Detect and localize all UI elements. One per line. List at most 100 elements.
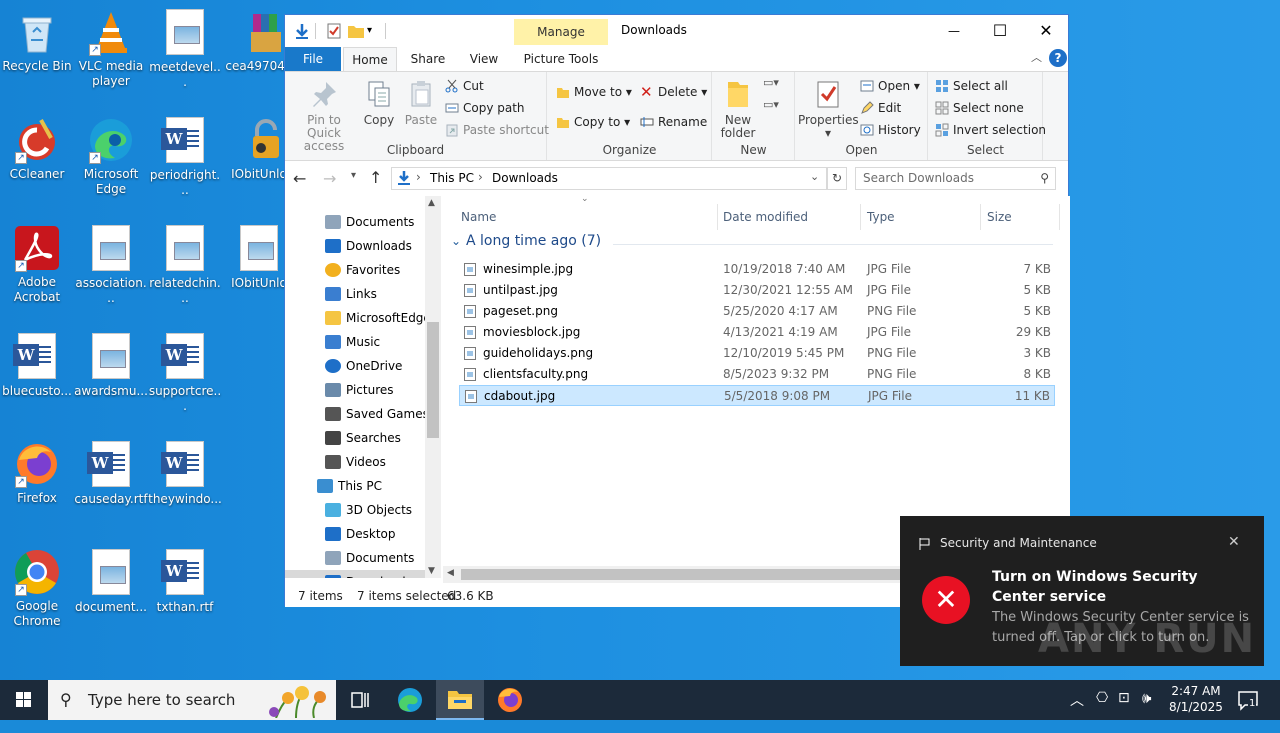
rename-button[interactable]: Rename [640,112,707,132]
select-none-button[interactable]: Select none [935,98,1024,118]
quick-access-dropdown-icon[interactable]: ▾ [367,22,385,40]
easy-access-icon[interactable]: ▭▾ [763,98,789,116]
help-icon[interactable]: ? [1049,49,1067,67]
column-header-name[interactable]: Name [461,210,496,230]
nav-item-music[interactable]: Music [325,330,441,354]
desktop-icon-document[interactable]: document... [74,548,148,615]
column-separator[interactable] [717,204,718,230]
column-header-date-modified[interactable]: Date modified [723,210,808,230]
tab-home[interactable]: Home [343,47,397,72]
tray-overflow-icon[interactable]: ︿ [1070,690,1084,710]
desktop-icon-google-chrome[interactable]: ↗ Google Chrome [0,548,74,629]
delete-button[interactable]: ✕ Delete ▾ [640,82,707,102]
select-all-button[interactable]: Select all [935,76,1008,96]
address-bar[interactable]: › This PC › Downloads ⌄ [391,167,827,190]
taskbar-search-input[interactable]: ⚲ Type here to search [48,680,336,720]
desktop-icon-bluecusto[interactable]: W bluecusto... [0,332,74,399]
nav-item-links[interactable]: Links [325,282,441,306]
desktop-icon-periodright[interactable]: W periodright... [148,116,222,198]
tab-picture-tools[interactable]: Picture Tools [514,47,608,71]
group-header[interactable]: ⌄ A long time ago (7) [451,232,1055,256]
file-row[interactable]: guideholidays.png 12/10/2019 5:45 PM PNG F… [459,343,1055,364]
column-header-size[interactable]: Size [987,210,1012,230]
breadcrumb-downloads[interactable]: Downloads [492,171,558,185]
invert-selection-button[interactable]: Invert selection [935,120,1046,140]
column-separator[interactable] [980,204,981,230]
desktop-icon-association[interactable]: association... [74,224,148,306]
desktop-icon-theywindo[interactable]: W theywindo... [148,440,222,507]
file-row[interactable]: cdabout.jpg 5/5/2018 9:08 PM JPG File 11 KB [459,385,1055,406]
paste-button[interactable]: Paste [401,78,441,127]
nav-item-pictures[interactable]: Pictures [325,378,441,402]
tab-share[interactable]: Share [405,47,451,71]
taskbar-edge-icon[interactable] [386,680,434,720]
history-button[interactable]: History [860,120,921,140]
desktop-icon-microsoft-edge[interactable]: ↗ Microsoft Edge [74,116,148,197]
file-row[interactable]: winesimple.jpg 10/19/2018 7:40 AM JPG File… [459,259,1055,280]
copy-to-button[interactable]: Copy to ▾ [556,112,630,132]
toast-close-icon[interactable]: ✕ [1228,534,1240,550]
nav-item-onedrive[interactable]: OneDrive [325,354,441,378]
nav-item-videos[interactable]: Videos [325,450,441,474]
properties-button[interactable]: Properties ▾ [798,78,859,140]
cut-button[interactable]: Cut [445,76,484,96]
file-row[interactable]: moviesblock.jpg 4/13/2021 4:19 AM JPG File… [459,322,1055,343]
taskbar-firefox-icon[interactable] [486,680,534,720]
desktop-icon-ccleaner[interactable]: ↗ CCleaner [0,116,74,182]
nav-item-downloads[interactable]: Downloads [325,234,441,258]
nav-item-documents[interactable]: Documents [325,546,441,570]
manage-tab[interactable]: Manage [514,19,608,45]
address-dropdown-icon[interactable]: ⌄ [810,170,819,183]
action-center-icon[interactable]: 1 [1236,688,1260,712]
nav-item-desktop[interactable]: Desktop [325,522,441,546]
scroll-up-icon[interactable]: ▲ [428,198,435,208]
back-arrow-icon[interactable]: ← [293,169,313,189]
column-separator[interactable] [860,204,861,230]
up-arrow-icon[interactable]: ↑ [369,168,387,188]
desktop-icon-causeday[interactable]: W causeday.rtf [74,440,148,507]
group-collapse-icon[interactable]: ⌄ [451,234,461,248]
copy-button[interactable]: Copy [359,78,399,127]
file-row[interactable]: untilpast.jpg 12/30/2021 12:55 AM JPG File… [459,280,1055,301]
close-button[interactable]: ✕ [1023,15,1069,47]
minimize-button[interactable]: — [931,15,977,47]
nav-item-favorites[interactable]: Favorites [325,258,441,282]
scroll-left-icon[interactable]: ◀ [447,568,454,578]
nav-item-microsoftedge[interactable]: MicrosoftEdge [325,306,441,330]
file-row[interactable]: clientsfaculty.png 8/5/2023 9:32 PM PNG Fi… [459,364,1055,385]
nav-item-searches[interactable]: Searches [325,426,441,450]
maximize-button[interactable]: ☐ [977,15,1023,47]
tray-volume-icon[interactable]: 🕪 [1142,689,1151,707]
tray-clock[interactable]: 2:47 AM 8/1/2025 [1166,683,1226,715]
refresh-icon[interactable]: ↻ [827,167,847,190]
nav-item-saved-games[interactable]: Saved Games [325,402,441,426]
desktop-icon-recycle-bin[interactable]: Recycle Bin [0,8,74,74]
breadcrumb-this-pc[interactable]: This PC [430,171,474,185]
desktop-icon-adobe-acrobat[interactable]: ↗ Adobe Acrobat [0,224,74,305]
edit-button[interactable]: Edit [860,98,901,118]
desktop-icon-txthan[interactable]: W txthan.rtf [148,548,222,615]
paste-shortcut-button[interactable]: Paste shortcut [445,120,549,140]
tray-network-icon[interactable]: ⊡ [1118,690,1130,706]
desktop-icon-supportcre[interactable]: W supportcre... [148,332,222,414]
new-folder-button[interactable]: New folder [717,78,759,140]
file-row[interactable]: pageset.png 5/25/2020 4:17 AM PNG File 5 KB [459,301,1055,322]
nav-item-downloads[interactable]: Downloads [285,570,425,578]
tab-view[interactable]: View [461,47,507,71]
open-button[interactable]: Open ▾ [860,76,920,96]
recent-locations-icon[interactable]: ▾ [351,170,363,188]
desktop-icon-firefox[interactable]: ↗ Firefox [0,440,74,506]
scroll-down-icon[interactable]: ▼ [428,566,435,576]
desktop-icon-vlc[interactable]: ↗ VLC media player [74,8,148,89]
pin-to-quick-access-button[interactable]: Pin to Quick access [289,78,359,153]
collapse-ribbon-icon[interactable]: ︿ [1031,51,1045,65]
new-folder-icon[interactable] [347,22,365,40]
nav-item-this-pc[interactable]: This PC [317,474,441,498]
scroll-thumb[interactable] [427,322,439,438]
nav-item-3d-objects[interactable]: 3D Objects [325,498,441,522]
tab-file[interactable]: File [285,47,341,71]
desktop-icon-relatedchin[interactable]: relatedchin... [148,224,222,306]
navigation-scrollbar[interactable]: ▲ ▼ [425,196,441,578]
properties-check-icon[interactable] [325,22,343,40]
task-view-button[interactable] [336,680,384,720]
